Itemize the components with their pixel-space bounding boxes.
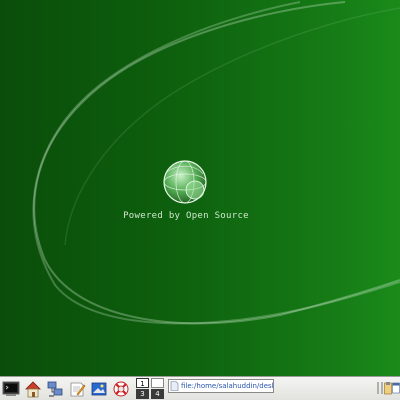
image-app-launcher[interactable] [89,379,109,399]
desktop-background: Powered by Open Source [0,0,400,376]
text-editor-icon [70,382,86,397]
workspace-2[interactable]: 2 [151,378,164,388]
workspace-pager: 1 2 3 4 [136,378,166,400]
home-folder-icon [25,381,41,398]
clipboard-icon[interactable] [384,381,392,395]
network-icon [47,381,63,397]
network-launcher[interactable] [45,379,65,399]
home-folder-launcher[interactable] [23,379,43,399]
text-editor-launcher[interactable] [67,379,87,399]
location-field[interactable]: file:/home/salahuddin/desktop/ [168,379,274,393]
image-app-icon [91,382,107,396]
terminal-icon [2,381,20,396]
file-page-icon [170,381,179,391]
powered-by-tagline: Powered by Open Source [123,211,249,221]
workspace-4[interactable]: 4 [151,389,164,399]
workspace-3[interactable]: 3 [136,389,149,399]
location-url: file:/home/salahuddin/desktop/ [181,382,273,390]
help-launcher[interactable] [111,379,131,399]
bottom-panel: 1 2 3 4 file:/home/salahuddin/desktop/ [0,376,400,400]
help-lifebuoy-icon [113,381,129,397]
globe-logo-icon [163,160,207,204]
workspace-1[interactable]: 1 [136,378,149,388]
window-list-icon[interactable] [392,381,400,395]
terminal-launcher[interactable] [1,379,21,399]
